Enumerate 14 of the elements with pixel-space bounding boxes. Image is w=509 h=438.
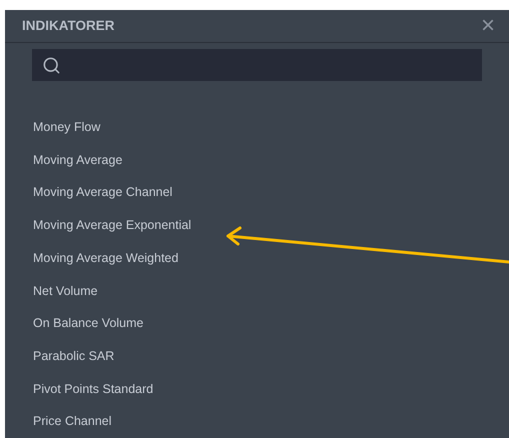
indicator-item[interactable]: Moving Average Weighted (33, 248, 178, 268)
search-icon (42, 56, 61, 75)
indicator-item[interactable]: Net Volume (33, 282, 98, 300)
indicator-item[interactable]: Parabolic SAR (33, 346, 114, 366)
indicator-item[interactable]: Money Flow (33, 118, 100, 137)
indicator-item[interactable]: Moving Average Exponential (33, 216, 192, 235)
indicator-item[interactable]: Moving Average (33, 150, 122, 170)
indicator-item[interactable]: Moving Average Channel (33, 183, 172, 202)
search-field[interactable] (32, 49, 482, 82)
dialog-title: INDIKATORER (22, 16, 115, 35)
indicator-item[interactable]: Price Channel (33, 412, 112, 432)
indicator-item[interactable]: Pivot Points Standard (33, 380, 154, 398)
close-button[interactable]: × (480, 14, 495, 38)
indicator-item[interactable]: On Balance Volume (33, 314, 144, 333)
